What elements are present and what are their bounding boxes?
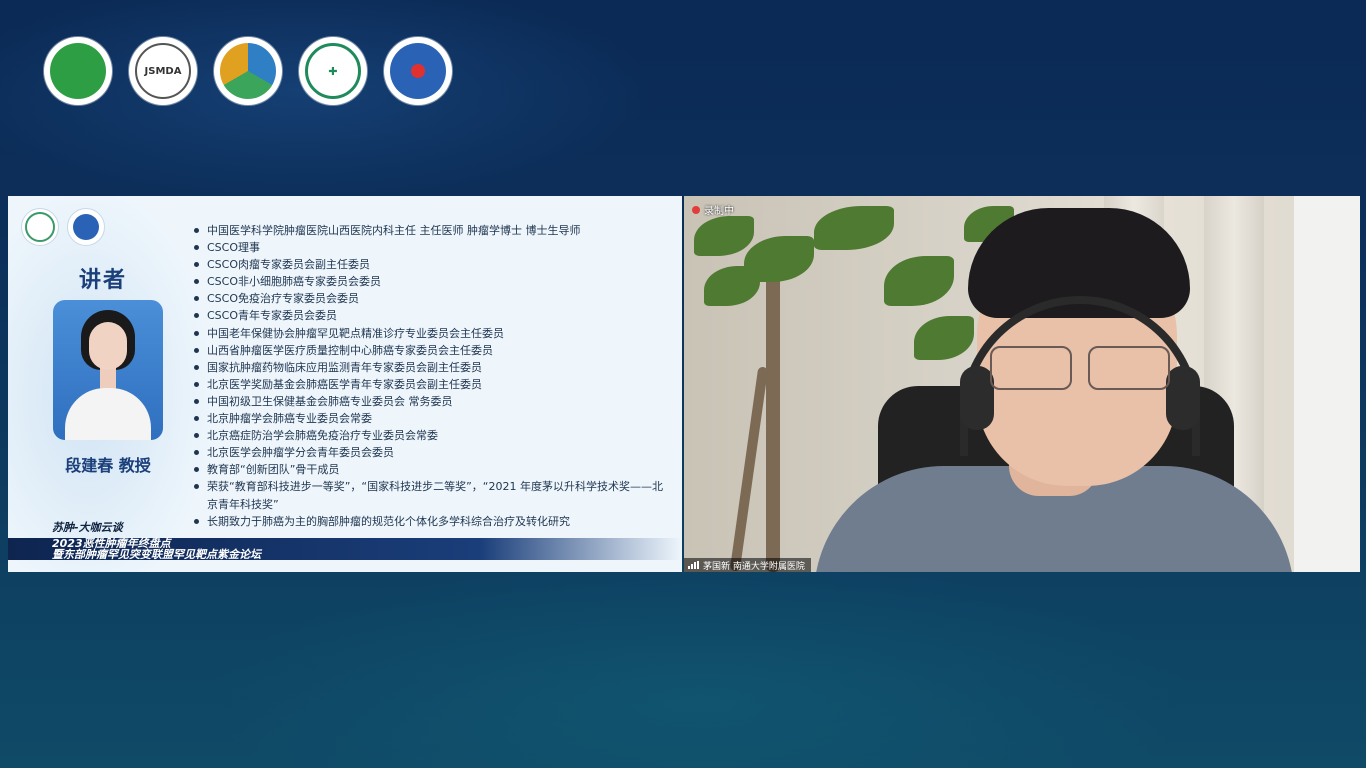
plant-leaf: [694, 216, 754, 256]
bio-item: 国家抗肿瘤药物临床应用监测青年专家委员会副主任委员: [193, 359, 673, 376]
jiangsu-anti-cancer-society-logo-icon: [44, 37, 112, 105]
bio-item: 中国老年保健协会肿瘤罕见靶点精准诊疗专业委员会主任委员: [193, 325, 673, 342]
speaker-label: 讲者: [78, 268, 127, 293]
rare-tumor-alliance-logo-icon: [384, 37, 452, 105]
bio-item: 中国初级卫生保健基金会肺癌专业委员会 常务委员: [193, 393, 673, 410]
slide-logo-alliance-icon: [67, 208, 105, 246]
event-banner-forum: 暨东部肿瘤罕见突变联盟罕见靶点紫金论坛: [52, 548, 261, 561]
bio-item: 荣获“教育部科技进步一等奖”，“国家科技进步二等奖”，“2021 年度茅以升科学…: [193, 478, 673, 512]
plant-leaf: [704, 266, 760, 306]
bio-item: 教育部“创新团队”骨干成员: [193, 461, 673, 478]
jiangsu-research-hospital-association-logo-icon: [214, 37, 282, 105]
event-banner: 2023恶性肿瘤年终盘点 暨东部肿瘤罕见突变联盟罕见靶点紫金论坛: [8, 538, 682, 560]
speaker-name: 段建春 教授: [65, 456, 151, 475]
participant-video-tile[interactable]: 录制中 茅国新 南通大学附属医院: [684, 196, 1360, 572]
jsmda-logo-text: JSMDA: [135, 43, 191, 99]
participant-name-tag: 茅国新 南通大学附属医院: [684, 558, 811, 572]
plant-leaf: [914, 316, 974, 360]
recording-dot-icon: [692, 205, 700, 214]
jiangsu-cancer-hospital-logo-icon: ✚: [299, 37, 367, 105]
glasses: [990, 346, 1170, 390]
participant-name: 茅国新 南通大学附属医院: [703, 561, 805, 572]
shared-slide: 讲者 段建春 教授 中国医学科学院肿瘤医院山西医院内科主任 主任医师 肿瘤学博士…: [8, 196, 682, 572]
plant-stem: [729, 366, 769, 572]
bio-item: 长期致力于肺癌为主的胸部肿瘤的规范化个体化多学科综合治疗及转化研究: [193, 513, 673, 530]
bio-item: 山西省肿瘤医学医疗质量控制中心肺癌专家委员会主任委员: [193, 342, 673, 359]
recording-indicator: 录制中: [692, 202, 734, 217]
slide-logo-cancer-hospital-icon: [21, 208, 59, 246]
bio-item: CSCO免疫治疗专家委员会委员: [193, 290, 673, 307]
bio-item: CSCO肉瘤专家委员会副主任委员: [193, 256, 673, 273]
plant-leaf: [884, 256, 954, 306]
headset-earcup: [1166, 366, 1200, 430]
header-logo-bar: JSMDA ✚: [44, 37, 452, 107]
speaker-photo: [53, 300, 163, 440]
bio-item: CSCO青年专家委员会委员: [193, 307, 673, 324]
recording-status: 录制中: [704, 206, 734, 217]
plant-stem: [766, 276, 780, 572]
event-banner-title: 苏肿-大咖云谈: [52, 521, 123, 534]
bio-item: 中国医学科学院肿瘤医院山西医院内科主任 主任医师 肿瘤学博士 博士生导师: [193, 222, 673, 239]
speaker-bio-list: 中国医学科学院肿瘤医院山西医院内科主任 主任医师 肿瘤学博士 博士生导师 CSC…: [193, 222, 673, 530]
bio-item: 北京肿瘤学会肺癌专业委员会常委: [193, 410, 673, 427]
bio-item: CSCO理事: [193, 239, 673, 256]
bio-item: 北京医学会肿瘤学分会青年委员会委员: [193, 444, 673, 461]
headset-earcup: [960, 366, 994, 430]
bio-item: CSCO非小细胞肺癌专家委员会委员: [193, 273, 673, 290]
jsmda-logo-icon: JSMDA: [129, 37, 197, 105]
bio-item: 北京癌症防治学会肺癌免疫治疗专业委员会常委: [193, 427, 673, 444]
slide-logos: [21, 208, 105, 246]
signal-strength-icon: [688, 561, 699, 569]
plant-leaf: [814, 206, 894, 250]
window-light: [1294, 196, 1360, 572]
bio-item: 北京医学奖励基金会肺癌医学青年专家委员会副主任委员: [193, 376, 673, 393]
